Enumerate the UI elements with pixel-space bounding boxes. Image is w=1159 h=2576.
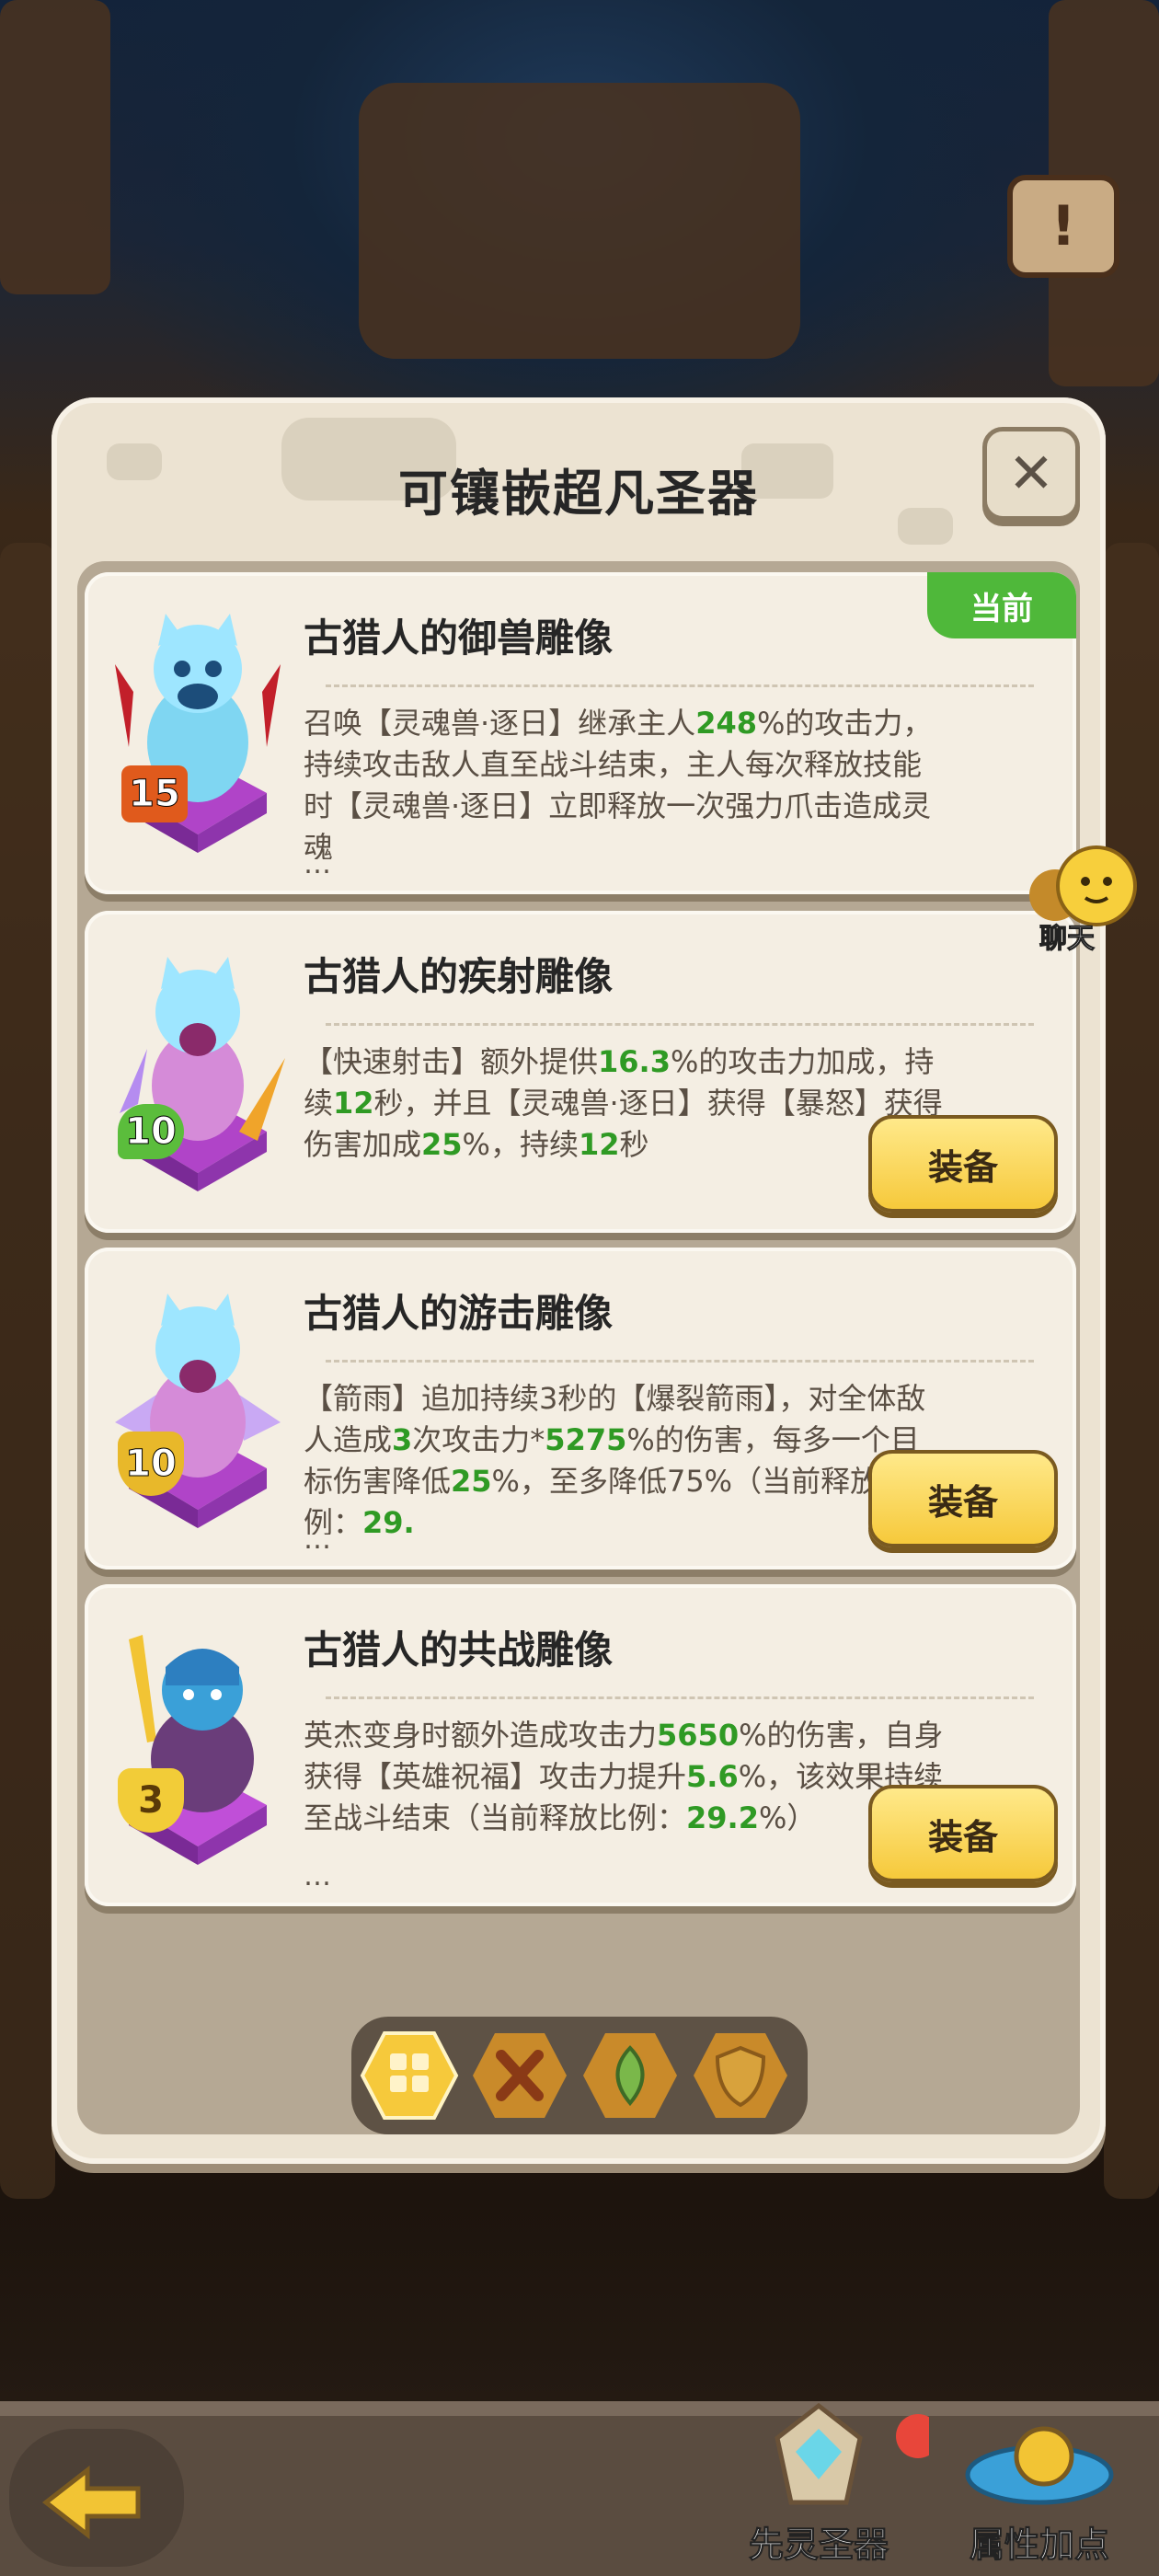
- desc-value: 12: [578, 1127, 620, 1162]
- desc-text: 秒: [619, 1127, 649, 1162]
- desc-text: 【快速射击】额外提供: [304, 1044, 599, 1079]
- card-title: 古猎人的游击雕像: [304, 1291, 614, 1336]
- leaf-icon: [583, 2033, 677, 2118]
- divider: [326, 1360, 1034, 1363]
- tab-all[interactable]: [359, 2028, 460, 2123]
- nav-attributes-label: 属性加点: [969, 2524, 1109, 2566]
- desc-value: 25: [451, 1464, 492, 1499]
- back-arrow-icon: [41, 2465, 141, 2540]
- level-badge: 3: [118, 1768, 184, 1833]
- desc-value: 5650: [657, 1718, 740, 1753]
- relic-card[interactable]: 10 古猎人的游击雕像 【箭雨】追加持续3秒的【爆裂箭雨】，对全体敌人造成3次攻…: [85, 1248, 1076, 1570]
- desc-value: 16.3: [598, 1044, 671, 1079]
- tab-defense[interactable]: [690, 2028, 791, 2123]
- grid-icon: [360, 2031, 459, 2120]
- level-badge: 10: [118, 1104, 184, 1159]
- castle-tower: [359, 83, 800, 359]
- card-description: 英杰变身时额外造成攻击力5650%的伤害，自身获得【英雄祝福】攻击力提升5.6%…: [304, 1715, 947, 1871]
- card-description: 【快速射击】额外提供16.3%的攻击力加成，持续12秒，并且【灵魂兽·逐日】获得…: [304, 1041, 947, 1198]
- statue-icon: [129, 1635, 267, 1865]
- nav-relic[interactable]: 先灵圣器: [708, 2401, 940, 2576]
- castle-wall-side-right: [1104, 543, 1159, 2199]
- equip-button[interactable]: 装备: [868, 1115, 1058, 1213]
- equip-button[interactable]: 装备: [868, 1450, 1058, 1547]
- desc-value: 248: [695, 706, 757, 741]
- level-badge: 15: [121, 765, 188, 822]
- desc-text: %，持续: [462, 1127, 579, 1162]
- more-indicator: …: [304, 848, 333, 880]
- divider: [326, 1696, 1034, 1699]
- desc-value: 25: [421, 1127, 463, 1162]
- relic-card[interactable]: 10 古猎人的疾射雕像 【快速射击】额外提供16.3%的攻击力加成，持续12秒，…: [85, 911, 1076, 1233]
- tab-attack[interactable]: [469, 2028, 570, 2123]
- level-badge: 10: [118, 1432, 184, 1496]
- modal-title: 可镶嵌超凡圣器: [398, 465, 759, 523]
- card-title: 古猎人的共战雕像: [304, 1627, 614, 1673]
- desc-text: %）: [758, 1800, 817, 1835]
- desc-value: 29.: [362, 1505, 415, 1535]
- equip-button[interactable]: 装备: [868, 1785, 1058, 1882]
- filter-tab-bar: [351, 2017, 808, 2134]
- close-button[interactable]: ✕: [982, 427, 1080, 521]
- back-button[interactable]: [9, 2429, 184, 2567]
- desc-value: 5.6: [686, 1759, 739, 1794]
- desc-text: 英杰变身时额外造成攻击力: [304, 1718, 658, 1753]
- scroll-icon[interactable]: !: [1007, 175, 1119, 278]
- nav-relic-label: 先灵圣器: [748, 2524, 889, 2566]
- desc-text: 次攻击力*: [412, 1422, 545, 1457]
- more-indicator: …: [304, 1860, 333, 1892]
- close-icon: ✕: [1007, 442, 1055, 506]
- tab-heal[interactable]: [580, 2028, 681, 2123]
- card-description: 召唤【灵魂兽·逐日】继承主人248%的攻击力，持续攻击敌人直至战斗结束，主人每次…: [304, 703, 947, 859]
- divider: [326, 684, 1034, 687]
- chat-label: 聊天: [1039, 923, 1096, 956]
- divider: [326, 1023, 1034, 1026]
- more-indicator: …: [304, 1524, 333, 1556]
- current-badge: 当前: [927, 572, 1076, 638]
- statue-icon: [115, 1294, 281, 1528]
- desc-value: 5275: [545, 1422, 627, 1457]
- crossed-swords-icon: [473, 2033, 567, 2118]
- castle-wall-side-left: [0, 543, 55, 2199]
- desc-value: 29.2: [686, 1800, 759, 1835]
- relic-card[interactable]: 3 古猎人的共战雕像 英杰变身时额外造成攻击力5650%的伤害，自身获得【英雄祝…: [85, 1584, 1076, 1906]
- card-title: 古猎人的疾射雕像: [304, 954, 614, 999]
- desc-value: 3: [392, 1422, 413, 1457]
- desc-value: 12: [333, 1086, 374, 1121]
- card-title: 古猎人的御兽雕像: [304, 615, 614, 661]
- card-description: 【箭雨】追加持续3秒的【爆裂箭雨】，对全体敌人造成3次攻击力*5275%的伤害，…: [304, 1378, 947, 1535]
- shield-icon: [694, 2033, 787, 2118]
- desc-text: 召唤【灵魂兽·逐日】继承主人: [304, 706, 696, 741]
- nav-attributes[interactable]: 属性加点: [929, 2401, 1150, 2576]
- relic-card[interactable]: 15 当前 古猎人的御兽雕像 召唤【灵魂兽·逐日】继承主人248%的攻击力，持续…: [85, 572, 1076, 894]
- castle-wall-left: [0, 0, 110, 294]
